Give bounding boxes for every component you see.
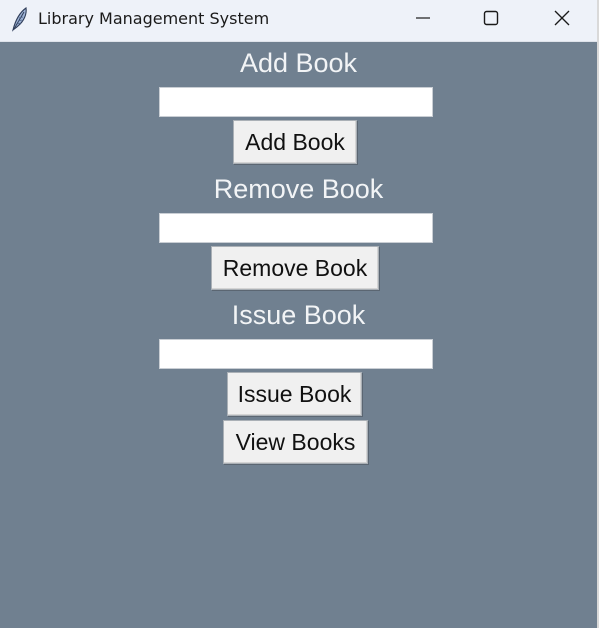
remove-book-button[interactable]: Remove Book	[211, 246, 379, 290]
title-bar[interactable]: Library Management System	[0, 0, 597, 42]
add-book-button[interactable]: Add Book	[233, 120, 357, 164]
view-books-button[interactable]: View Books	[223, 420, 368, 464]
minimize-button[interactable]	[400, 0, 446, 37]
add-book-input[interactable]	[159, 87, 433, 117]
maximize-icon	[483, 10, 499, 26]
issue-book-button[interactable]: Issue Book	[227, 372, 362, 416]
add-book-label: Add Book	[239, 48, 358, 78]
maximize-button[interactable]	[468, 0, 514, 37]
remove-book-label: Remove Book	[213, 174, 384, 204]
minimize-icon	[416, 17, 430, 19]
window-title: Library Management System	[38, 9, 270, 28]
main-panel: Add Book Add Book Remove Book Remove Boo…	[0, 41, 597, 628]
close-icon	[554, 10, 570, 26]
app-window: Library Management System Add Book Add B…	[0, 0, 599, 628]
issue-book-label: Issue Book	[231, 300, 366, 330]
remove-book-input[interactable]	[159, 213, 433, 243]
close-button[interactable]	[539, 0, 585, 37]
issue-book-input[interactable]	[159, 339, 433, 369]
feather-icon	[10, 6, 30, 32]
